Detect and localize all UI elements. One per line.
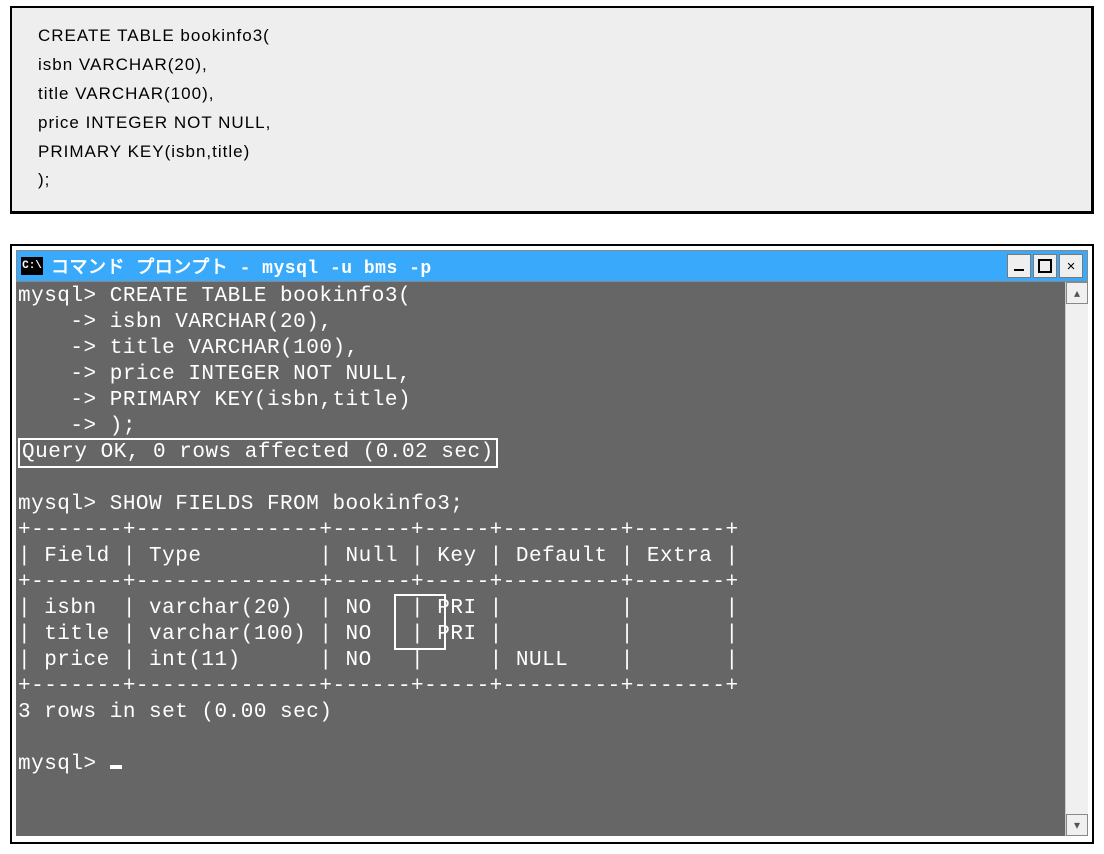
scrollbar[interactable]: ▴ ▾: [1065, 282, 1088, 836]
code-line: );: [38, 166, 1065, 195]
titlebar: C:\ コマンド プロンプト - mysql -u bms -p ×: [16, 250, 1088, 282]
window-title: コマンド プロンプト - mysql -u bms -p: [51, 253, 1007, 279]
term-line: -> price INTEGER NOT NULL,: [18, 363, 411, 386]
term-line: mysql> SHOW FIELDS FROM bookinfo3;: [18, 493, 463, 516]
term-line: mysql> CREATE TABLE bookinfo3(: [18, 285, 411, 308]
table-row: | price | int(11) | NO | | NULL | |: [18, 649, 739, 672]
cursor: [110, 765, 122, 769]
code-line: price INTEGER NOT NULL,: [38, 109, 1065, 138]
table-border: +-------+--------------+------+-----+---…: [18, 571, 739, 594]
table-row: | title | varchar(100) | NO | PRI | | |: [18, 623, 739, 646]
minimize-button[interactable]: [1007, 254, 1031, 278]
scroll-down-button[interactable]: ▾: [1066, 814, 1088, 836]
terminal-window: C:\ コマンド プロンプト - mysql -u bms -p × mysql…: [10, 244, 1094, 844]
term-line: -> isbn VARCHAR(20),: [18, 311, 332, 334]
table-row: | isbn | varchar(20) | NO | PRI | | |: [18, 597, 739, 620]
code-line: CREATE TABLE bookinfo3(: [38, 22, 1065, 51]
table-border: +-------+--------------+------+-----+---…: [18, 519, 739, 542]
code-line: isbn VARCHAR(20),: [38, 51, 1065, 80]
sql-code-panel: CREATE TABLE bookinfo3( isbn VARCHAR(20)…: [10, 6, 1094, 214]
table-border: +-------+--------------+------+-----+---…: [18, 675, 739, 698]
table-header: | Field | Type | Null | Key | Default | …: [18, 545, 739, 568]
scroll-up-button[interactable]: ▴: [1066, 282, 1088, 304]
term-line: 3 rows in set (0.00 sec): [18, 701, 332, 724]
term-line: -> PRIMARY KEY(isbn,title): [18, 389, 411, 412]
code-line: PRIMARY KEY(isbn,title): [38, 138, 1065, 167]
query-ok-highlight: Query OK, 0 rows affected (0.02 sec): [18, 438, 498, 468]
term-line: -> title VARCHAR(100),: [18, 337, 359, 360]
close-button[interactable]: ×: [1059, 254, 1083, 278]
prompt: mysql>: [18, 753, 110, 776]
cmd-icon: C:\: [21, 257, 43, 275]
terminal-body[interactable]: mysql> CREATE TABLE bookinfo3( -> isbn V…: [16, 282, 1065, 836]
code-line: title VARCHAR(100),: [38, 80, 1065, 109]
maximize-button[interactable]: [1033, 254, 1057, 278]
window-buttons: ×: [1007, 254, 1083, 278]
term-line: -> );: [18, 415, 136, 438]
